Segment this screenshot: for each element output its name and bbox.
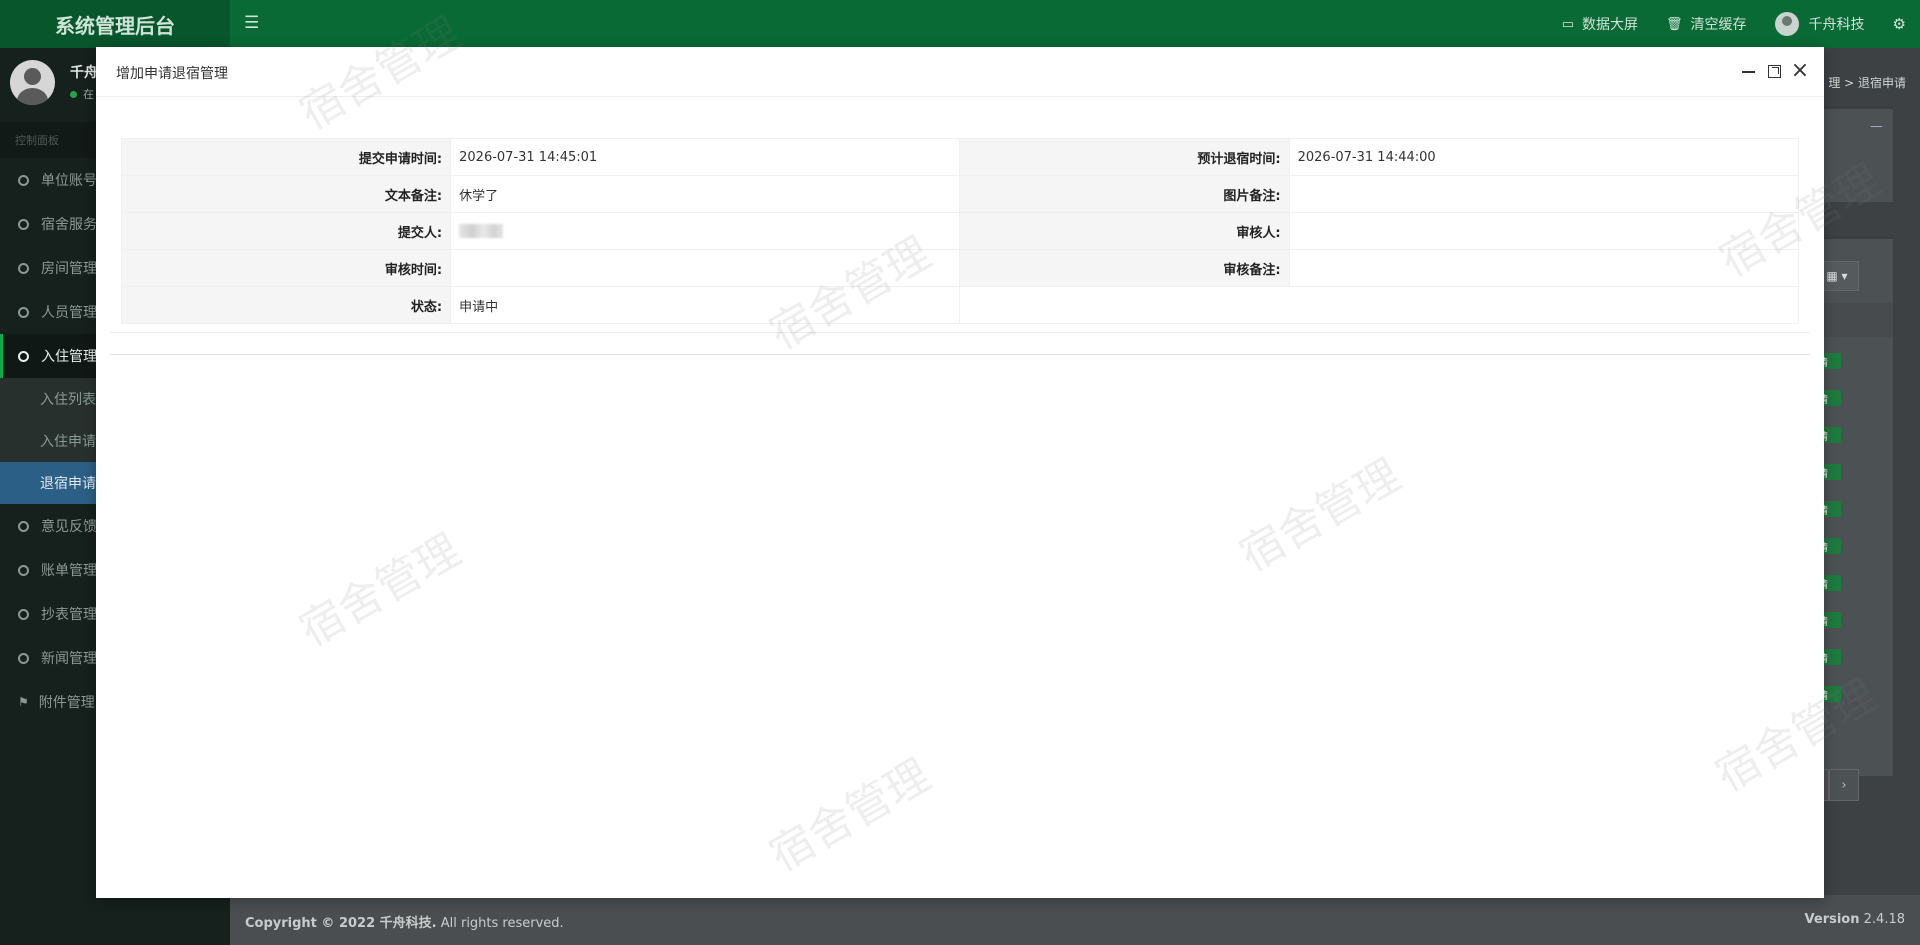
version-value: 2.4.18 <box>1863 912 1905 927</box>
submitter-label: 提交人: <box>120 212 452 250</box>
reviewer-value <box>1288 212 1800 250</box>
sidebar-toggle-icon[interactable]: ☰ <box>244 13 259 33</box>
circle-icon <box>18 608 29 620</box>
online-status-text: 在 <box>83 88 94 101</box>
breadcrumb[interactable]: 理 > 退宿申请 <box>1828 74 1906 91</box>
empty-cell <box>959 286 1799 324</box>
sidebar-item-label: 房间管理 <box>41 261 97 277</box>
review-note-value <box>1288 249 1800 287</box>
collapse-icon[interactable]: — <box>1870 119 1883 134</box>
sidebar-item-label: 入住列表 <box>40 392 96 408</box>
circle-icon <box>18 174 29 186</box>
status-label: 状态: <box>120 286 452 324</box>
table-row: 提交申请时间: 2026-07-31 14:45:01 预计退宿时间: 2026… <box>120 138 1800 176</box>
sidebar-item-label: 单位账号 <box>41 173 97 189</box>
gears-icon[interactable]: ⚙ <box>1893 15 1906 33</box>
tags-icon: ⚑ <box>18 695 29 709</box>
circle-icon <box>18 350 29 362</box>
divider <box>110 354 1810 355</box>
sidebar-item-label: 入住管理 <box>41 349 97 365</box>
text-note-label: 文本备注: <box>120 175 452 213</box>
dialog-title: 增加申请退宿管理 <box>116 66 228 82</box>
table-row: 状态: 申请中 <box>120 286 1799 324</box>
planned-time-value: 2026-07-31 14:44:00 <box>1288 138 1800 176</box>
image-note-label: 图片备注: <box>959 175 1290 213</box>
submit-time-value: 2026-07-31 14:45:01 <box>450 138 961 176</box>
pager-next[interactable]: › <box>1829 769 1859 801</box>
dialog-header: 增加申请退宿管理 × <box>96 47 1824 97</box>
circle-icon <box>18 218 29 230</box>
circle-icon <box>18 520 29 532</box>
sidebar-item-label: 入住申请 <box>40 434 96 450</box>
sidebar-item-label: 人员管理 <box>41 305 97 321</box>
redacted-name <box>459 224 504 238</box>
submit-time-label: 提交申请时间: <box>120 138 452 176</box>
data-screen-label: 数据大屏 <box>1582 17 1639 33</box>
detail-dialog: 增加申请退宿管理 × 提交申请时间: 2026-07-31 14:45:01 预… <box>96 47 1824 898</box>
sidebar-item-label: 退宿申请 <box>40 476 96 492</box>
clear-cache-link[interactable]: 🗑 清空缓存 <box>1666 14 1747 34</box>
version: Version 2.4.18 <box>1805 912 1905 927</box>
user-name: 千舟科技 <box>1808 17 1865 33</box>
review-time-value <box>450 249 961 287</box>
clear-cache-label: 清空缓存 <box>1690 17 1747 33</box>
sidebar-item-label: 宿舍服务 <box>41 217 97 233</box>
table-row: 审核时间: 审核备注: <box>120 249 1800 287</box>
copyright-brand: Copyright © 2022 千舟科技. <box>245 916 437 931</box>
circle-icon <box>18 564 29 576</box>
reviewer-label: 审核人: <box>959 212 1290 250</box>
planned-time-label: 预计退宿时间: <box>959 138 1290 176</box>
sidebar-item-label: 抄表管理 <box>41 607 97 623</box>
minimize-icon[interactable] <box>1738 61 1758 81</box>
circle-icon <box>18 262 29 274</box>
close-icon[interactable]: × <box>1790 60 1810 82</box>
image-note-value <box>1288 175 1800 213</box>
detail-table: 提交申请时间: 2026-07-31 14:45:01 预计退宿时间: 2026… <box>120 138 1800 324</box>
online-status: 在 <box>70 86 94 102</box>
top-header: 系统管理后台 ☰ ▭ 数据大屏 🗑 清空缓存 千舟科技 ⚙ <box>0 0 1920 48</box>
table-row: 提交人: 审核人: <box>120 212 1800 250</box>
circle-icon <box>18 306 29 318</box>
monitor-icon: ▭ <box>1561 16 1575 32</box>
app-title[interactable]: 系统管理后台 <box>0 0 230 48</box>
review-time-label: 审核时间: <box>120 249 452 287</box>
sidebar-item-label: 账单管理 <box>41 563 97 579</box>
text-note-value: 休学了 <box>450 175 961 213</box>
sidebar-item-label: 附件管理 <box>38 695 95 711</box>
sidebar-item-label: 意见反馈 <box>41 519 97 535</box>
top-nav: ▭ 数据大屏 🗑 清空缓存 千舟科技 ⚙ <box>1562 0 1920 48</box>
trash-icon: 🗑 <box>1666 16 1683 32</box>
status-value: 申请中 <box>450 286 961 324</box>
user-avatar <box>1774 12 1799 36</box>
sidebar-item-label: 新闻管理 <box>41 651 97 667</box>
submitter-value <box>450 212 961 250</box>
online-dot-icon <box>70 90 77 98</box>
maximize-icon[interactable] <box>1764 61 1784 81</box>
footer: Copyright © 2022 千舟科技. All rights reserv… <box>230 895 1920 945</box>
avatar <box>10 60 55 105</box>
data-screen-link[interactable]: ▭ 数据大屏 <box>1562 14 1638 34</box>
copyright: Copyright © 2022 千舟科技. All rights reserv… <box>245 912 564 931</box>
user-menu[interactable]: 千舟科技 <box>1774 12 1865 36</box>
copyright-rights: All rights reserved. <box>436 916 564 931</box>
circle-icon <box>18 652 29 664</box>
review-note-label: 审核备注: <box>959 249 1290 287</box>
version-label: Version <box>1804 912 1860 927</box>
divider <box>110 332 1810 333</box>
table-row: 文本备注: 休学了 图片备注: <box>120 175 1800 213</box>
sidebar-user-name: 千舟 <box>70 65 98 81</box>
